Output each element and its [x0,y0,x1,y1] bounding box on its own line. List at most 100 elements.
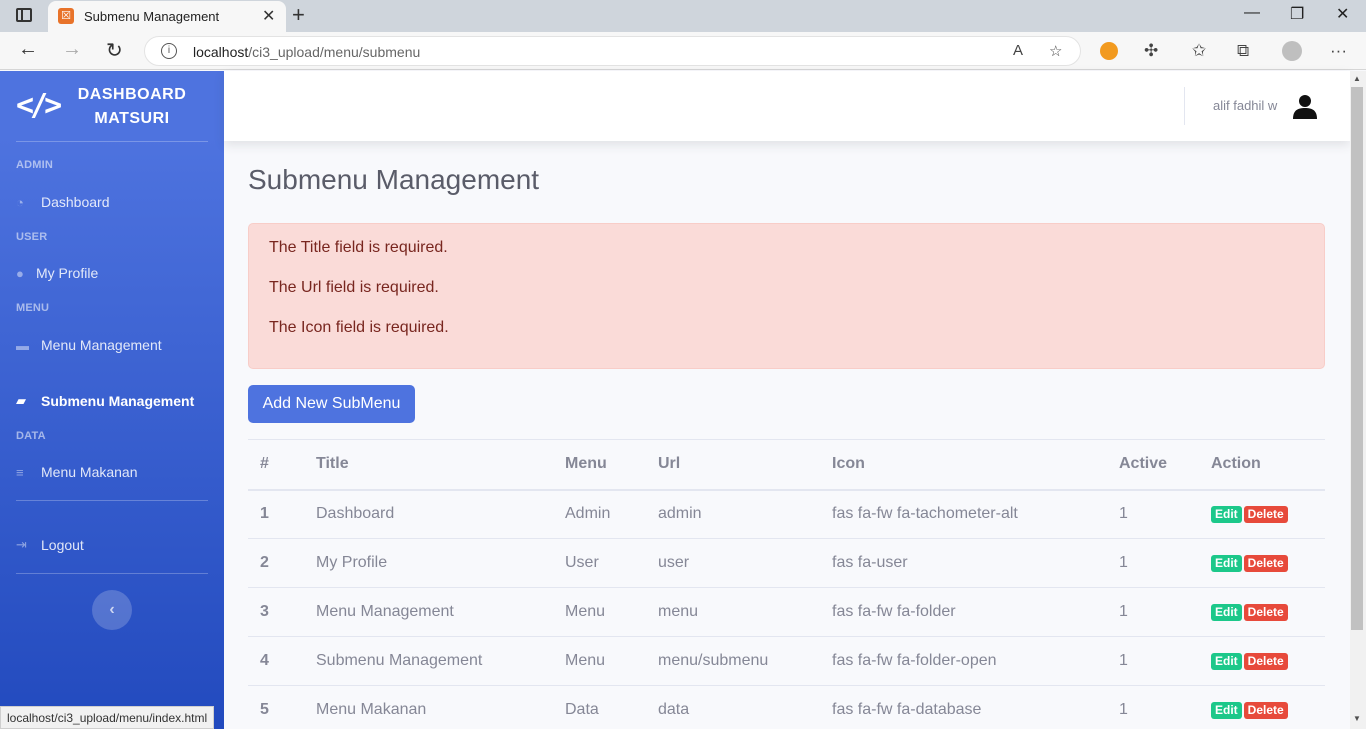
sidebar: </> DASHBOARD MATSURI ADMIN ◔ Dashboard … [0,71,224,729]
add-new-submenu-button[interactable]: Add New SubMenu [248,385,415,423]
restore-icon[interactable]: ❐ [1290,4,1304,24]
sidebar-item-submenu-management[interactable]: ▰ Submenu Management [16,390,216,412]
sidebar-item-my-profile[interactable]: ● My Profile [16,262,216,284]
sidebar-item-logout[interactable]: ⇥ Logout [16,534,216,556]
table-row: 5 Menu Makanan Data data fas fa-fw fa-da… [248,685,1325,729]
column-header-action: Action [1199,439,1325,491]
extensions-icon[interactable]: ✣ [1144,41,1158,61]
cell-action: Edit Delete [1199,489,1325,539]
profile-avatar[interactable] [1282,41,1302,61]
sign-out-icon: ⇥ [16,537,27,552]
cell-active: 1 [1107,587,1199,637]
delete-button[interactable]: Delete [1243,555,1288,572]
browser-tab-bar: ☒ Submenu Management ✕ + — ❐ ✕ [0,0,1366,32]
delete-button[interactable]: Delete [1243,506,1288,524]
brand-line-1: DASHBOARD [77,86,187,103]
error-message: The Icon field is required. [269,319,449,336]
scroll-down-icon[interactable]: ▼ [1353,714,1361,723]
cell-number: 5 [248,685,304,729]
cell-title: Menu Management [304,587,553,637]
cell-active: 1 [1107,489,1199,539]
page-title: Submenu Management [248,164,540,195]
cell-url: admin [646,489,820,539]
site-info-icon[interactable]: i [161,43,177,59]
cell-url: data [646,685,820,729]
new-tab-icon[interactable]: + [292,2,305,28]
minimize-icon[interactable]: — [1244,4,1260,22]
cell-menu: Admin [553,489,646,539]
address-bar[interactable]: i localhost/ci3_upload/menu/submenu A ☆ [144,36,1081,66]
folder-icon: ▬ [16,337,29,353]
cell-title: Submenu Management [304,636,553,686]
close-window-icon[interactable]: ✕ [1336,4,1349,24]
edit-button[interactable]: Edit [1211,506,1242,524]
column-header-icon: Icon [820,439,1107,491]
edit-button[interactable]: Edit [1211,653,1242,670]
sidebar-item-label: Submenu Management [41,393,195,409]
user-avatar-icon[interactable] [1292,93,1318,119]
cell-url: menu/submenu [646,636,820,686]
sidebar-item-label: Menu Management [41,337,162,353]
delete-button[interactable]: Delete [1243,653,1288,670]
sidebar-item-label: Dashboard [41,194,110,210]
cell-icon: fas fa-fw fa-folder [820,587,1107,637]
extension-orange-icon[interactable] [1100,42,1118,60]
favorite-star-icon[interactable]: ☆ [1049,42,1062,60]
collections-icon[interactable]: ⧉ [1237,41,1249,61]
column-header-number: # [248,439,304,491]
more-menu-icon[interactable]: ··· [1330,41,1347,61]
cell-title: Menu Makanan [304,685,553,729]
sidebar-item-dashboard[interactable]: ◔ Dashboard [16,191,216,213]
database-icon: ≡ [16,464,24,480]
user-name[interactable]: alif fadhil w [1213,98,1277,113]
reload-icon[interactable]: ↻ [106,38,123,63]
sidebar-divider [16,141,208,142]
error-message: The Url field is required. [269,279,439,296]
topbar: alif fadhil w [224,71,1350,141]
cell-number: 3 [248,587,304,637]
submenu-table: # Title Menu Url Icon Active Action 1 Da… [248,439,1325,729]
user-icon: ● [16,265,24,281]
heading-user: USER [16,231,48,243]
table-row: 4 Submenu Management Menu menu/submenu f… [248,636,1325,686]
url-host: localhost [193,44,249,60]
edit-button[interactable]: Edit [1211,702,1242,719]
scrollbar-thumb[interactable] [1351,87,1363,630]
sidebar-item-menu-management[interactable]: ▬ Menu Management [16,334,216,356]
url-text[interactable]: localhost/ci3_upload/menu/submenu [193,44,420,60]
cell-action: Edit Delete [1199,587,1325,637]
sidebar-toggle-button[interactable]: ‹ [92,590,132,630]
browser-toolbar: ← → ↻ i localhost/ci3_upload/menu/submen… [0,32,1366,70]
error-message: The Title field is required. [269,239,448,256]
cell-menu: Menu [553,636,646,686]
favorites-icon[interactable]: ✩ [1192,41,1206,61]
scroll-up-icon[interactable]: ▲ [1353,74,1361,83]
favicon-icon: ☒ [58,8,74,24]
status-bar-url: localhost/ci3_upload/menu/index.html [0,706,215,729]
cell-active: 1 [1107,538,1199,588]
cell-action: Edit Delete [1199,538,1325,588]
sidebar-item-label: Menu Makanan [41,464,138,480]
tab-actions-icon[interactable] [16,8,32,22]
cell-icon: fas fa-user [820,538,1107,588]
delete-button[interactable]: Delete [1243,702,1288,719]
cell-icon: fas fa-fw fa-tachometer-alt [820,489,1107,539]
cell-active: 1 [1107,685,1199,729]
sidebar-brand[interactable]: </> DASHBOARD MATSURI [0,71,224,141]
back-icon[interactable]: ← [18,38,38,61]
read-aloud-icon[interactable]: A [1013,42,1023,59]
close-tab-icon[interactable]: ✕ [262,6,275,26]
cell-url: menu [646,587,820,637]
url-path: /ci3_upload/menu/submenu [248,44,421,60]
table-header-row: # Title Menu Url Icon Active Action [248,439,1325,491]
sidebar-item-menu-makanan[interactable]: ≡ Menu Makanan [16,461,216,483]
browser-tab[interactable]: ☒ Submenu Management ✕ [48,1,286,32]
edit-button[interactable]: Edit [1211,555,1242,572]
cell-number: 2 [248,538,304,588]
edit-button[interactable]: Edit [1211,604,1242,621]
brand-line-2: MATSURI [94,110,170,127]
folder-open-icon: ▰ [16,393,26,408]
sidebar-divider [16,573,208,574]
delete-button[interactable]: Delete [1243,604,1288,621]
forward-icon[interactable]: → [62,38,82,61]
